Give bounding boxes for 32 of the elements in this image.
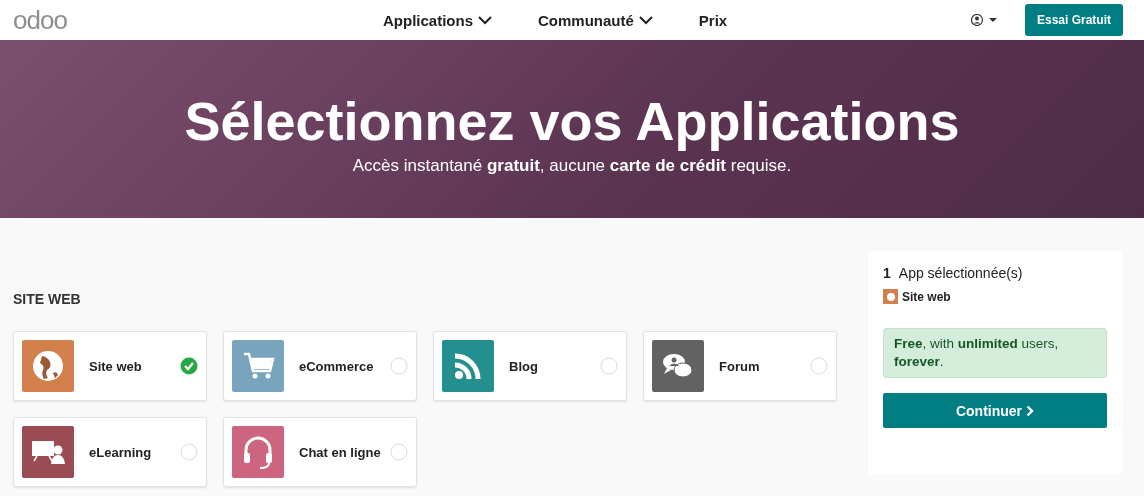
app-name: Forum xyxy=(719,358,761,374)
app-count: 1 xyxy=(883,265,891,281)
app-card[interactable]: Blog xyxy=(433,331,627,401)
user-icon[interactable] xyxy=(970,14,997,26)
free-trial-button[interactable]: Essai Gratuit xyxy=(1024,4,1123,36)
app-card[interactable]: eLearning xyxy=(13,417,207,487)
app-card[interactable]: Chat en ligne xyxy=(223,417,417,487)
radio-icon[interactable] xyxy=(390,357,408,375)
app-card[interactable]: Site web xyxy=(13,331,207,401)
selected-app-name: Site web xyxy=(902,289,951,304)
check-icon[interactable] xyxy=(180,357,198,375)
continue-button[interactable]: Continuer xyxy=(883,393,1107,428)
notice-message: Free, with unlimited users, forever. xyxy=(883,328,1107,378)
radio-icon[interactable] xyxy=(390,443,408,461)
app-name: eCommerce xyxy=(299,358,375,374)
summary-label: App sélectionnée(s) xyxy=(898,265,1023,281)
hero-subtitle: Accès instantané gratuit, aucune carte de crédit requise. xyxy=(351,156,793,176)
nav-link[interactable]: Communauté xyxy=(538,11,653,29)
app-card[interactable]: eCommerce xyxy=(223,331,417,401)
section-title: SITE WEB xyxy=(13,291,82,307)
hero-title: Sélectionnez vos Applications xyxy=(183,90,961,152)
radio-icon[interactable] xyxy=(180,443,198,461)
nav-link[interactable]: Prix xyxy=(698,11,728,29)
app-card[interactable]: Forum xyxy=(643,331,837,401)
radio-icon[interactable] xyxy=(600,357,618,375)
nav-link[interactable]: Applications xyxy=(383,11,492,29)
app-name: eLearning xyxy=(89,444,153,460)
app-name: Blog xyxy=(509,358,539,374)
app-name: Chat en ligne xyxy=(299,444,382,460)
app-name: Site web xyxy=(89,358,143,374)
radio-icon[interactable] xyxy=(810,357,828,375)
chevron-icon xyxy=(1026,404,1035,417)
